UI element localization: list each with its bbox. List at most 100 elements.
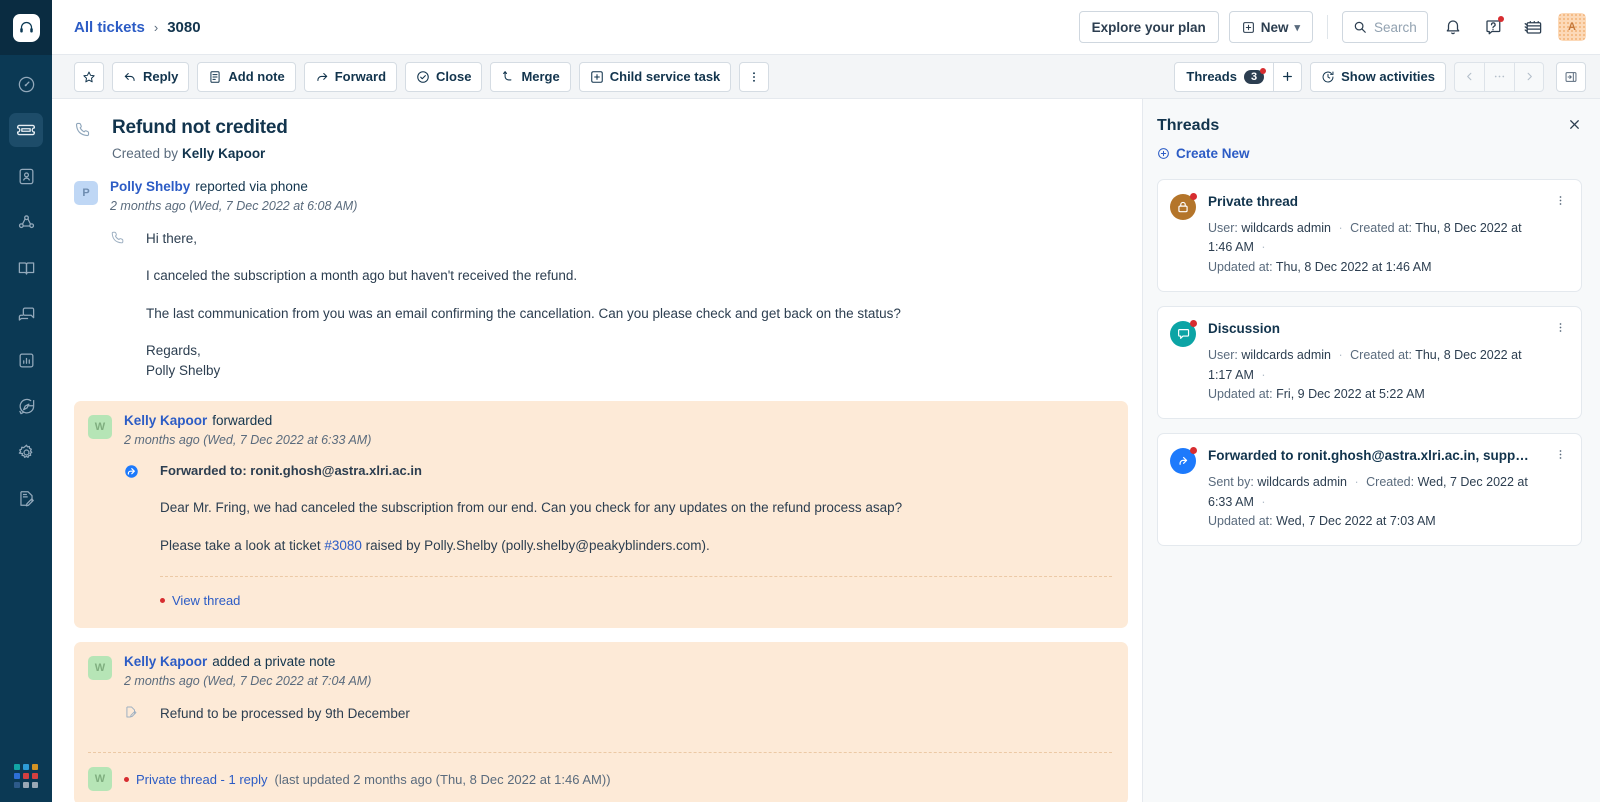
kebab-vertical-icon [1559, 196, 1562, 205]
notifications-button[interactable] [1438, 12, 1468, 42]
sidebar-item-dashboard[interactable] [9, 67, 43, 101]
message-timestamp: 2 months ago (Wed, 7 Dec 2022 at 6:33 AM… [124, 433, 372, 448]
breadcrumb-separator: › [153, 19, 159, 35]
sidebar-item-admin[interactable] [9, 435, 43, 469]
threads-toggle-button[interactable]: Threads 3 [1174, 61, 1275, 92]
view-thread-link[interactable]: View thread [160, 593, 1112, 608]
user-avatar[interactable]: A [1558, 13, 1586, 41]
toolbar-divider [1327, 15, 1328, 39]
forward-button[interactable]: Forward [303, 61, 398, 92]
message-content: Kelly Kapoor added a private note 2 month… [124, 654, 1112, 724]
message-item: W Kelly Kapoor forwarded 2 months ago (We… [88, 413, 1112, 614]
reply-button[interactable]: Reply [112, 61, 190, 92]
message-timestamp: 2 months ago (Wed, 7 Dec 2022 at 6:08 AM… [110, 199, 358, 213]
book-icon [18, 261, 34, 275]
sidebar-item-contacts[interactable] [9, 159, 43, 193]
favorite-star-button[interactable] [74, 61, 104, 92]
previous-ticket-button[interactable] [1454, 61, 1484, 92]
plus-box-icon [1242, 21, 1254, 33]
threads-count-badge: 3 [1243, 67, 1267, 84]
breadcrumb-all-tickets[interactable]: All tickets [74, 19, 145, 36]
sidebar-item-discover[interactable] [9, 389, 43, 423]
academy-button[interactable] [1518, 12, 1548, 42]
message-paragraph: Dear Mr. Fring, we had canceled the subs… [160, 500, 903, 516]
meta-updated-value: Wed, 7 Dec 2022 at 7:03 AM [1276, 514, 1436, 528]
ticket-link[interactable]: #3080 [324, 538, 362, 553]
search-input[interactable]: Search [1342, 11, 1428, 43]
next-ticket-button[interactable] [1514, 61, 1544, 92]
thread-reference-row: W Private thread - 1 reply (last updated… [88, 753, 1112, 791]
sidebar-item-forums[interactable] [9, 297, 43, 331]
left-nav-rail [0, 0, 52, 802]
merge-button[interactable]: Merge [490, 61, 571, 92]
sidebar-item-solutions[interactable] [9, 251, 43, 285]
headset-support-logo [12, 13, 40, 42]
thread-card-menu-button[interactable] [1548, 194, 1567, 277]
message-item: W Kelly Kapoor added a private note 2 mon… [88, 654, 1112, 730]
thread-card-menu-button[interactable] [1548, 321, 1567, 404]
meta-created-label: Created at: [1350, 348, 1412, 363]
meta-updated-label: Updated at: [1208, 259, 1273, 274]
meta-separator: · [1338, 221, 1343, 235]
new-button[interactable]: New ▾ [1228, 11, 1313, 43]
thread-card[interactable]: Private thread User: wildcards admin · C… [1157, 179, 1582, 293]
thread-card[interactable]: Discussion User: wildcards admin · Creat… [1157, 306, 1582, 420]
message-author[interactable]: Kelly Kapoor [124, 654, 207, 669]
child-service-task-button[interactable]: Child service task [578, 61, 732, 92]
toolbar-right-group: Threads 3 Show activities [1174, 61, 1586, 92]
ticket-header: Refund not credited Created by Kelly Kapo… [74, 117, 1128, 165]
unread-dot [160, 597, 165, 603]
message-action: forwarded [212, 413, 273, 429]
help-button[interactable] [1478, 12, 1508, 42]
sidebar-item-tickets[interactable] [9, 113, 43, 147]
more-actions-button[interactable] [739, 61, 770, 92]
merge-icon [503, 70, 512, 80]
chevron-right-icon [1527, 72, 1532, 81]
apps-grid-button[interactable] [0, 764, 52, 788]
thread-card-menu-button[interactable] [1548, 448, 1567, 531]
sidebar-item-customize[interactable] [9, 481, 43, 515]
add-note-button-label: Add note [228, 69, 285, 84]
add-thread-button[interactable] [1274, 61, 1303, 92]
thread-card[interactable]: Forwarded to ronit.ghosh@astra.xlri.ac.i… [1157, 433, 1582, 547]
create-new-label: Create New [1176, 146, 1250, 161]
thread-card-title: Forwarded to ronit.ghosh@astra.xlri.ac.i… [1208, 448, 1536, 464]
close-ticket-button[interactable]: Close [405, 61, 483, 92]
contact-card-icon [19, 168, 33, 184]
create-new-thread-button[interactable]: Create New [1157, 146, 1250, 161]
message-author[interactable]: Kelly Kapoor [124, 413, 207, 428]
message-action: added a private note [212, 653, 336, 669]
panel-collapse-icon [1565, 71, 1577, 82]
compass-chat-icon [18, 398, 34, 414]
app-logo[interactable] [0, 0, 52, 55]
child-service-task-label: Child service task [609, 69, 721, 84]
sidebar-item-analytics[interactable] [9, 343, 43, 377]
message-item: P Polly Shelby reported via phone 2 month… [74, 165, 1128, 387]
meta-separator: · [1261, 367, 1266, 382]
search-placeholder: Search [1374, 19, 1417, 35]
meta-user-value: wildcards admin [1257, 475, 1347, 490]
show-activities-label: Show activities [1341, 69, 1435, 84]
plus-box-icon [590, 70, 603, 83]
message-paragraph-with-link: Please take a look at ticket #3080 raise… [160, 536, 1112, 556]
forwarded-to-line: Forwarded to: ronit.ghosh@astra.xlri.ac.… [160, 463, 422, 479]
ticket-list-button[interactable] [1484, 61, 1514, 92]
app-root: All tickets › 3080 Explore your plan New… [0, 0, 1600, 802]
star-outline-icon [83, 71, 95, 82]
add-note-button[interactable]: Add note [197, 61, 296, 92]
meta-user-label: User: [1208, 221, 1238, 235]
plus-icon [1283, 72, 1293, 81]
close-panel-button[interactable] [1567, 117, 1582, 135]
conversation-pane: Refund not credited Created by Kelly Kapo… [52, 99, 1142, 802]
thread-card-meta: User: wildcards admin · Created at: Thu,… [1208, 219, 1536, 277]
threads-panel-header: Threads Create New [1157, 117, 1582, 165]
meta-separator: · [1338, 348, 1343, 363]
sidebar-item-social[interactable] [9, 205, 43, 239]
threads-panel-title-group: Threads Create New [1157, 117, 1250, 165]
ellipsis-icon [1494, 75, 1505, 78]
message-author[interactable]: Polly Shelby [110, 179, 190, 194]
show-activities-button[interactable]: Show activities [1310, 61, 1446, 92]
private-thread-link[interactable]: Private thread - 1 reply [136, 772, 268, 787]
explore-plan-button[interactable]: Explore your plan [1078, 11, 1219, 43]
collapse-panel-button[interactable] [1556, 61, 1586, 92]
